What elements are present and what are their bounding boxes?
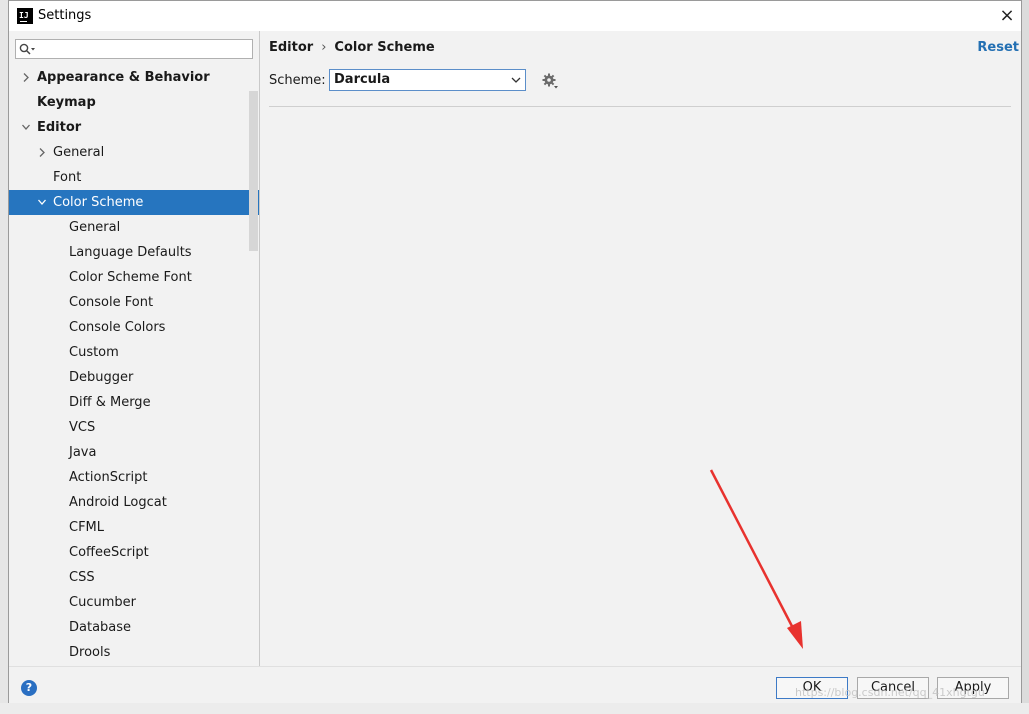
red-arrow-annotation [709,469,803,649]
